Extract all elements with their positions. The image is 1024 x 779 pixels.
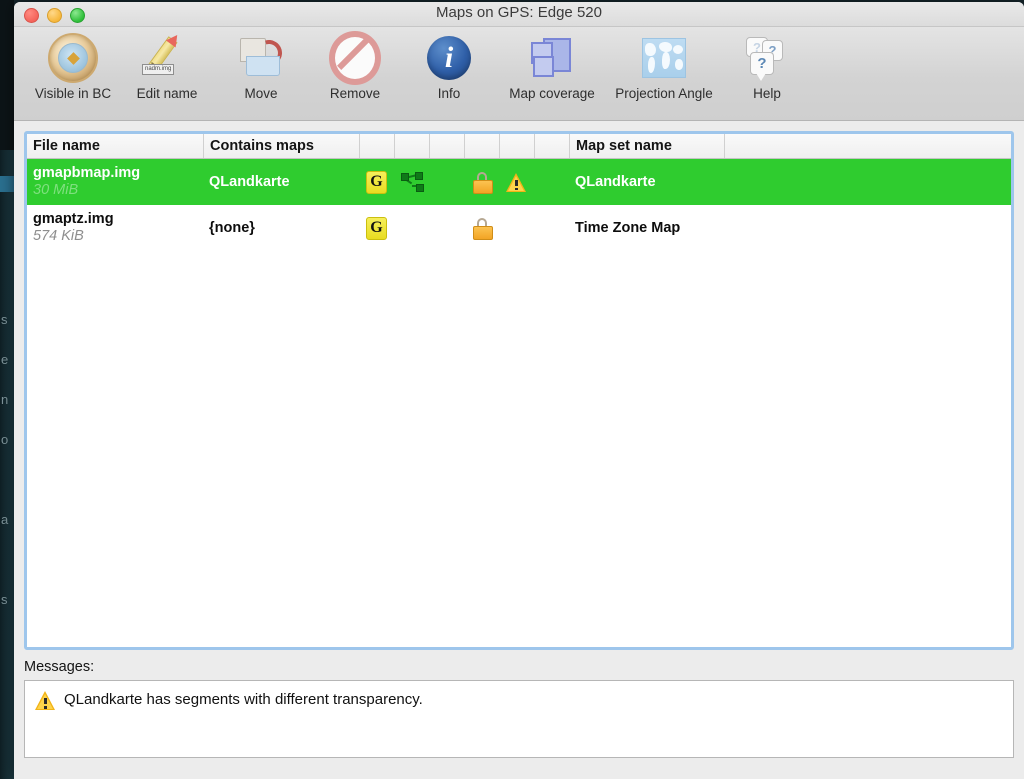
toolbar-label: Info [438, 86, 461, 101]
toolbar-button-edit-name[interactable]: nadm.img Edit name [120, 32, 214, 101]
cell-contains-maps: QLandkarte [203, 159, 359, 205]
toolbar-label: Move [244, 86, 277, 101]
file-size-text: 30 MiB [33, 182, 203, 199]
background-window-top [0, 0, 14, 150]
message-text: QLandkarte has segments with different t… [64, 690, 423, 709]
cell-lock-flag [464, 159, 499, 205]
help-icon: ? ? ? [741, 32, 793, 84]
cell-map-set-name: QLandkarte [569, 159, 724, 205]
toolbar-button-projection-angle[interactable]: Projection Angle [608, 32, 720, 101]
messages-label: Messages: [24, 659, 1014, 675]
column-header-blank-1[interactable] [359, 134, 394, 158]
column-header-blank-2[interactable] [394, 134, 429, 158]
cell-warning-flag [499, 159, 534, 205]
toolbar-button-help[interactable]: ? ? ? Help [720, 32, 814, 101]
pencil-filename-badge: nadm.img [142, 64, 174, 75]
desktop-background: s e n o a s Maps on GPS: Edge 520 Visibl… [0, 0, 1024, 779]
remove-prohibited-icon [329, 32, 381, 84]
cell-blank-3 [724, 205, 1011, 251]
column-header-contains-maps[interactable]: Contains maps [203, 134, 359, 158]
info-icon: i [423, 32, 475, 84]
lock-icon [473, 172, 491, 192]
toolbar-label: Visible in BC [35, 86, 111, 101]
background-window-text: s e n o a s [1, 300, 14, 620]
window-title: Maps on GPS: Edge 520 [14, 4, 1024, 21]
cell-blank-1 [429, 205, 464, 251]
map-coverage-icon [526, 32, 578, 84]
garmin-g-icon: G [366, 171, 387, 194]
column-header-blank-5[interactable] [499, 134, 534, 158]
column-header-blank-4[interactable] [464, 134, 499, 158]
column-header-blank-3[interactable] [429, 134, 464, 158]
file-name-text: gmaptz.img [33, 211, 203, 228]
warning-icon [506, 173, 527, 192]
info-icon-glyph: i [427, 36, 471, 80]
cell-lock-flag [464, 205, 499, 251]
contains-maps-text: QLandkarte [209, 174, 359, 190]
cell-blank-3 [724, 159, 1011, 205]
map-set-name-text: QLandkarte [575, 174, 724, 190]
column-header-file-name[interactable]: File name [27, 134, 203, 158]
toolbar-label: Edit name [137, 86, 198, 101]
compass-icon [47, 32, 99, 84]
projection-angle-icon [638, 32, 690, 84]
move-folder-icon [235, 32, 287, 84]
toolbar-button-move[interactable]: Move [214, 32, 308, 101]
cell-blank-1 [429, 159, 464, 205]
toolbar-label: Help [753, 86, 781, 101]
cell-routing-flag [394, 205, 429, 251]
column-header-blank-6[interactable] [534, 134, 569, 158]
cell-file-name: gmaptz.img 574 KiB [27, 205, 203, 251]
column-header-blank-7[interactable] [724, 134, 1011, 158]
cell-warning-flag [499, 205, 534, 251]
maps-list[interactable]: File name Contains maps Map set name gma… [24, 131, 1014, 650]
cell-routing-flag [394, 159, 429, 205]
file-size-text: 574 KiB [33, 228, 203, 245]
list-header-row: File name Contains maps Map set name [27, 134, 1011, 159]
garmin-g-icon: G [366, 217, 387, 240]
title-bar: Maps on GPS: Edge 520 [14, 2, 1024, 27]
cell-garmin-flag: G [359, 205, 394, 251]
cell-file-name: gmapbmap.img 30 MiB [27, 159, 203, 205]
background-window-highlight [0, 176, 14, 192]
cell-map-set-name: Time Zone Map [569, 205, 724, 251]
toolbar-button-info[interactable]: i Info [402, 32, 496, 101]
table-row[interactable]: gmapbmap.img 30 MiB QLandkarte G [27, 159, 1011, 205]
cell-blank-2 [534, 159, 569, 205]
toolbar-label: Map coverage [509, 86, 595, 101]
column-header-map-set-name[interactable]: Map set name [569, 134, 724, 158]
toolbar: Visible in BC nadm.img Edit name [14, 27, 1024, 121]
table-row[interactable]: gmaptz.img 574 KiB {none} G [27, 205, 1011, 251]
contains-maps-text: {none} [209, 220, 359, 236]
map-set-name-text: Time Zone Map [575, 220, 724, 236]
file-name-text: gmapbmap.img [33, 165, 203, 182]
cell-contains-maps: {none} [203, 205, 359, 251]
routing-icon [401, 172, 423, 192]
main-window: Maps on GPS: Edge 520 Visible in BC nadm… [14, 2, 1024, 779]
messages-box[interactable]: QLandkarte has segments with different t… [24, 680, 1014, 758]
toolbar-label: Remove [330, 86, 380, 101]
lock-icon [473, 218, 491, 238]
cell-blank-2 [534, 205, 569, 251]
background-window-sliver[interactable]: s e n o a s [0, 0, 14, 779]
window-body: File name Contains maps Map set name gma… [14, 121, 1024, 779]
help-bubble-3: ? [750, 52, 774, 75]
toolbar-button-visible-in-bc[interactable]: Visible in BC [26, 32, 120, 101]
toolbar-button-remove[interactable]: Remove [308, 32, 402, 101]
cell-garmin-flag: G [359, 159, 394, 205]
toolbar-button-map-coverage[interactable]: Map coverage [496, 32, 608, 101]
pencil-icon: nadm.img [141, 32, 193, 84]
toolbar-label: Projection Angle [615, 86, 713, 101]
warning-icon [35, 691, 56, 710]
